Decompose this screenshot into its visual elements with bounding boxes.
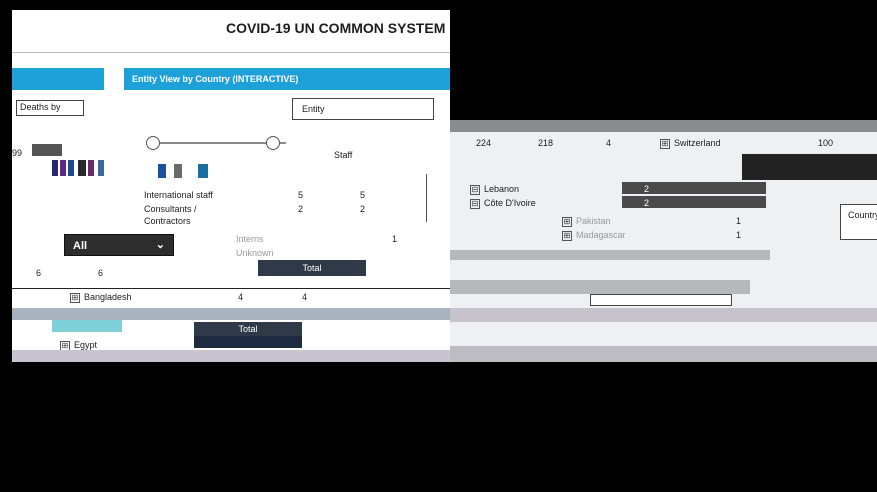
- left-count-bar: [32, 144, 62, 156]
- bangladesh-value-2: 4: [302, 292, 308, 302]
- entity-filter-box[interactable]: [292, 98, 434, 120]
- bangladesh-value: 4: [238, 292, 244, 302]
- right-top-band: [450, 120, 877, 132]
- lower-noise-band: [450, 308, 877, 322]
- pakistan-value: 1: [736, 216, 742, 226]
- interns-row-label: Interns: [236, 234, 264, 244]
- consultants-c1: 2: [298, 204, 304, 214]
- intl-staff-c1: 5: [298, 190, 304, 200]
- switzerland-value: 100: [818, 138, 834, 148]
- bottom-noise-band: [12, 350, 450, 362]
- contractors-row-label: Contractors: [144, 216, 191, 226]
- expand-icon[interactable]: ⊞: [70, 292, 80, 303]
- lower-right-box: [590, 294, 732, 306]
- country-row-cote-divoire[interactable]: ⊟ Côte D'Ivoire: [470, 198, 536, 209]
- colored-band-2: [52, 320, 122, 332]
- collapse-icon[interactable]: ⊟: [470, 184, 480, 195]
- interns-c1: 1: [392, 234, 398, 244]
- intl-staff-row-label: International staff: [144, 190, 213, 200]
- staff-c3: 4: [606, 138, 612, 148]
- unknown-row-label: Unknown: [236, 248, 274, 258]
- legend-strip: [52, 160, 132, 176]
- country-filter-label: Country: [848, 210, 877, 220]
- madagascar-value: 1: [736, 230, 742, 240]
- date-slider-end-handle[interactable]: [266, 136, 280, 150]
- country-row-switzerland[interactable]: ⊞ Switzerland: [660, 138, 721, 149]
- country-row-lebanon[interactable]: ⊟ Lebanon: [470, 184, 519, 195]
- tab-overview[interactable]: [12, 68, 104, 90]
- dark-block-right: [742, 154, 877, 180]
- total-button-1[interactable]: Total: [258, 260, 366, 276]
- left-b-value: 6: [98, 268, 104, 278]
- colored-band-1: [12, 308, 450, 320]
- country-row-bangladesh[interactable]: ⊞ Bangladesh: [70, 292, 132, 303]
- left-count: 99: [12, 148, 23, 158]
- country-select[interactable]: All ⌄: [64, 234, 174, 256]
- report-canvas: COVID-19 UN COMMON SYSTEM Entity View by…: [12, 10, 450, 362]
- intl-staff-c2: 5: [360, 190, 366, 200]
- staff-row-label: Staff: [334, 150, 353, 160]
- consultants-c2: 2: [360, 204, 366, 214]
- lebanon-value: 2: [644, 184, 650, 194]
- legend-strip-2: [158, 164, 228, 178]
- consultants-row-label: Consultants /: [144, 204, 197, 214]
- staff-c2: 218: [538, 138, 554, 148]
- expand-icon[interactable]: ⊞: [562, 230, 572, 241]
- total-button-2[interactable]: Total: [194, 322, 302, 336]
- expand-icon[interactable]: ⊞: [660, 138, 670, 149]
- right-panel: 224 218 4 ⊞ Switzerland 100 ⊟ Lebanon 2 ⊟ C…: [450, 120, 877, 362]
- chevron-down-icon: ⌄: [155, 239, 165, 251]
- country-row-madagascar[interactable]: ⊞ Madagascar: [562, 230, 626, 241]
- country-row-pakistan[interactable]: ⊞ Pakistan: [562, 216, 611, 227]
- expand-icon[interactable]: ⊞: [562, 216, 572, 227]
- table-divider: [426, 174, 427, 222]
- tab-entity-view[interactable]: Entity View by Country (INTERACTIVE): [124, 68, 450, 90]
- collapse-icon[interactable]: ⊟: [470, 198, 480, 209]
- left-a-value: 6: [36, 268, 42, 278]
- grey-band-low: [450, 280, 750, 294]
- title-underline: [12, 52, 450, 53]
- divider-line: [12, 288, 450, 289]
- date-slider-start-handle[interactable]: [146, 136, 160, 150]
- page-title: COVID-19 UN COMMON SYSTEM: [226, 20, 446, 36]
- deaths-filter-box[interactable]: [16, 100, 84, 116]
- blackout-area: [12, 362, 877, 492]
- dark-band: [194, 336, 302, 348]
- cote-divoire-value: 2: [644, 198, 650, 208]
- bottom-noise-band-right: [450, 346, 877, 362]
- staff-c1: 224: [476, 138, 492, 148]
- grey-band-mid: [450, 250, 770, 260]
